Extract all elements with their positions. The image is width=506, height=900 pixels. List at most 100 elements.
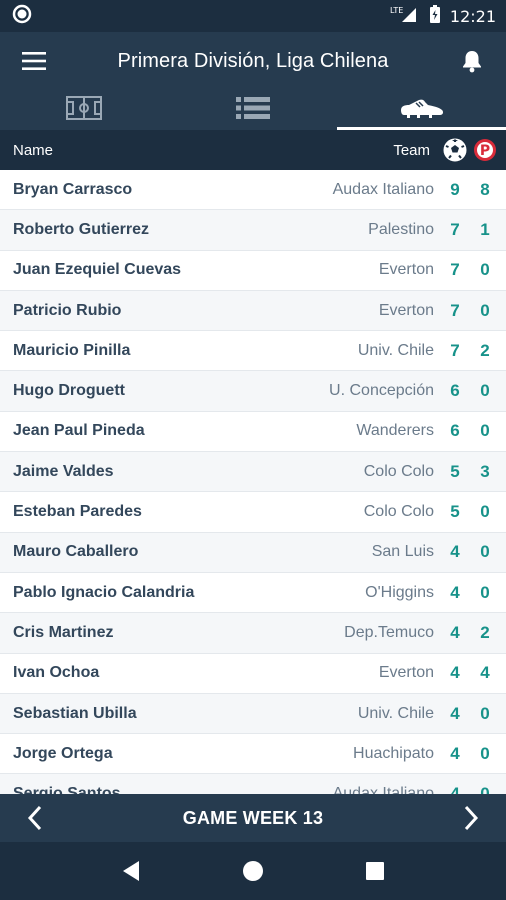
player-row[interactable]: Jorge Ortega Huachipato 4 0 [0, 734, 506, 775]
player-penalties: 2 [480, 340, 490, 360]
player-penalties: 0 [480, 582, 490, 602]
player-goals: 7 [450, 219, 460, 239]
player-row[interactable]: Mauricio Pinilla Univ. Chile 7 2 [0, 331, 506, 372]
player-team: Dep.Temuco [344, 623, 434, 641]
player-goals: 5 [450, 502, 460, 522]
player-penalties: 8 [480, 179, 490, 199]
app-bar: Primera División, Liga Chilena [0, 32, 506, 90]
bell-icon[interactable] [438, 49, 506, 73]
player-team: Colo Colo [363, 503, 434, 521]
player-name: Jaime Valdes [13, 462, 114, 480]
player-team: O'Higgins [365, 583, 434, 601]
player-penalties: 4 [480, 663, 490, 683]
player-team: U. Concepción [329, 382, 434, 400]
player-name: Ivan Ochoa [13, 664, 100, 682]
player-row[interactable]: Sergio Santos Audax Italiano 4 0 [0, 774, 506, 794]
player-row[interactable]: Hugo Droguett U. Concepción 6 0 [0, 371, 506, 412]
player-goals: 9 [450, 179, 460, 199]
system-nav-bar [0, 842, 506, 900]
page-title: Primera División, Liga Chilena [117, 49, 389, 72]
player-goals: 6 [450, 421, 460, 441]
player-row[interactable]: Pablo Ignacio Calandria O'Higgins 4 0 [0, 573, 506, 614]
player-penalties: 0 [480, 784, 490, 794]
home-circle-icon[interactable] [228, 846, 278, 896]
player-row[interactable]: Cris Martinez Dep.Temuco 4 2 [0, 613, 506, 654]
player-team: Audax Italiano [332, 785, 434, 794]
player-team: Everton [378, 261, 434, 279]
network-type-label: LTE [390, 6, 403, 15]
player-team: Huachipato [353, 744, 434, 762]
player-goals: 7 [450, 340, 460, 360]
team-column-header: Team [393, 141, 430, 159]
player-name: Juan Ezequiel Cuevas [13, 261, 182, 279]
name-column-header: Name [13, 141, 54, 159]
signal-icon: LTE [390, 4, 420, 29]
player-team: Colo Colo [363, 462, 434, 480]
player-goals: 4 [450, 784, 460, 794]
player-row[interactable]: Ivan Ochoa Everton 4 4 [0, 654, 506, 694]
tab-scorers[interactable] [337, 90, 506, 130]
sync-status-icon [12, 4, 32, 29]
player-team: Audax Italiano [332, 180, 434, 198]
battery-icon [428, 4, 442, 29]
player-penalties: 0 [480, 381, 490, 401]
player-row[interactable]: Juan Ezequiel Cuevas Everton 7 0 [0, 251, 506, 291]
player-goals: 4 [450, 743, 460, 763]
player-name: Jorge Ortega [13, 744, 113, 762]
player-team: Palestino [368, 220, 434, 238]
player-goals: 4 [450, 622, 460, 642]
player-name: Patricio Rubio [13, 301, 122, 319]
player-row[interactable]: Esteban Paredes Colo Colo 5 0 [0, 492, 506, 533]
player-team: San Luis [371, 543, 434, 561]
player-name: Roberto Gutierrez [13, 220, 150, 238]
chevron-left-icon[interactable] [0, 794, 70, 842]
player-goals: 7 [450, 300, 460, 320]
tab-standings[interactable] [169, 90, 338, 130]
player-row[interactable]: Roberto Gutierrez Palestino 7 1 [0, 210, 506, 251]
penalty-p-icon: P [470, 138, 500, 162]
recents-square-icon[interactable] [350, 846, 400, 896]
football-boot-icon [399, 96, 445, 125]
player-goals: 4 [450, 542, 460, 562]
player-penalties: 0 [480, 502, 490, 522]
player-team: Univ. Chile [357, 704, 434, 722]
player-penalties: 0 [480, 542, 490, 562]
player-name: Bryan Carrasco [13, 180, 133, 198]
player-goals: 5 [450, 461, 460, 481]
tab-match[interactable] [0, 90, 169, 130]
soccer-ball-icon [440, 138, 470, 162]
player-team: Wanderers [356, 422, 434, 440]
player-penalties: 0 [480, 743, 490, 763]
player-name: Sebastian Ubilla [13, 704, 137, 722]
player-row[interactable]: Bryan Carrasco Audax Italiano 9 8 [0, 170, 506, 211]
back-triangle-icon[interactable] [106, 846, 156, 896]
game-week-label: GAME WEEK 13 [182, 807, 324, 828]
player-team: Univ. Chile [357, 341, 434, 359]
status-time: 12:21 [449, 6, 496, 26]
player-penalties: 3 [480, 461, 490, 481]
player-goals: 6 [450, 381, 460, 401]
player-penalties: 0 [480, 703, 490, 723]
player-goals: 4 [450, 703, 460, 723]
player-row[interactable]: Jaime Valdes Colo Colo 5 3 [0, 452, 506, 493]
tab-bar [0, 90, 506, 130]
player-name: Sergio Santos [13, 785, 121, 794]
player-row[interactable]: Sebastian Ubilla Univ. Chile 4 0 [0, 693, 506, 735]
scorers-list[interactable]: Bryan Carrasco Audax Italiano 9 8 Roberto Gu… [0, 170, 506, 794]
svg-text:P: P [480, 143, 490, 159]
chevron-right-icon[interactable] [436, 794, 506, 842]
player-name: Hugo Droguett [13, 382, 125, 400]
player-row[interactable]: Patricio Rubio Everton 7 0 [0, 290, 506, 332]
hamburger-menu-icon[interactable] [0, 52, 68, 70]
status-bar: LTE 12:21 [0, 0, 506, 32]
player-penalties: 0 [480, 300, 490, 320]
player-name: Esteban Paredes [13, 503, 142, 521]
player-team: Everton [378, 664, 434, 682]
game-week-bar: GAME WEEK 13 [0, 794, 506, 842]
player-row[interactable]: Jean Paul Pineda Wanderers 6 0 [0, 412, 506, 453]
player-name: Cris Martinez [13, 623, 114, 641]
player-row[interactable]: Mauro Caballero San Luis 4 0 [0, 532, 506, 573]
player-name: Mauro Caballero [13, 543, 139, 561]
list-standings-icon [236, 96, 270, 125]
player-team: Everton [378, 301, 434, 319]
